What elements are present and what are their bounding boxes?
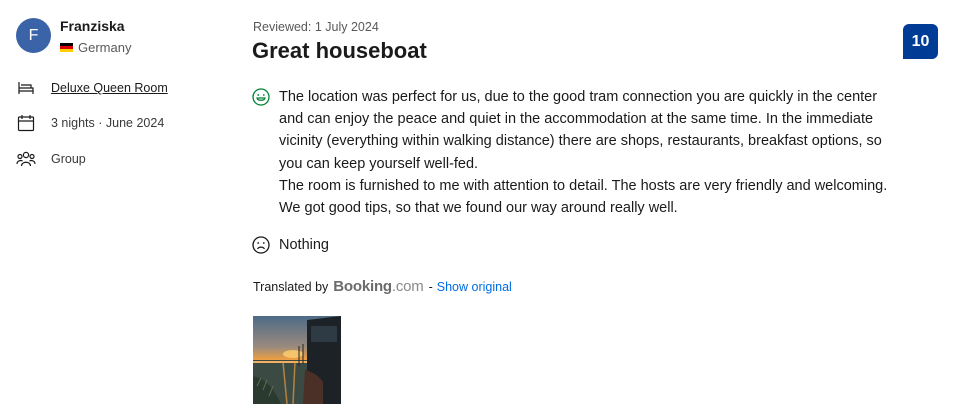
traveller-type-text: Group <box>51 152 86 166</box>
translation-note: Translated by Booking.com - Show origina… <box>253 278 512 295</box>
reviewer-name: Franziska <box>60 18 125 34</box>
traveller-type: Group <box>16 149 86 169</box>
avatar-initial: F <box>28 26 39 44</box>
show-original-link[interactable]: Show original <box>437 280 512 294</box>
booking-logo: Booking.com <box>333 278 424 295</box>
nights-text: 3 nights · June 2024 <box>51 116 165 130</box>
room-type: Deluxe Queen Room <box>16 78 168 98</box>
stay-dates: 3 nights · June 2024 <box>16 113 164 133</box>
reviewer-country: Germany <box>60 40 131 55</box>
bed-icon <box>16 78 36 98</box>
review-title: Great houseboat <box>252 38 427 63</box>
reviewer-info: Franziska Germany <box>60 18 131 55</box>
booking-logo-suffix: .com <box>391 278 424 295</box>
group-icon <box>16 149 36 169</box>
smiley-icon <box>252 88 270 106</box>
country-name: Germany <box>78 40 132 55</box>
translated-by-label: Translated by <box>253 280 329 294</box>
score-badge: 10 <box>903 24 938 59</box>
negative-text: Nothing <box>279 237 329 253</box>
translation-separator: - <box>428 280 433 294</box>
calendar-icon <box>16 113 36 133</box>
negative-comment: Nothing <box>252 236 329 254</box>
positive-text: The location was perfect for us, due to … <box>279 89 888 217</box>
review-card: F Franziska Germany Deluxe Queen Room 3 … <box>0 0 953 413</box>
review-photo[interactable] <box>253 316 341 404</box>
booking-logo-brand: Booking <box>333 278 392 295</box>
reviewer: F Franziska Germany <box>16 18 131 55</box>
avatar: F <box>16 18 51 53</box>
positive-comment: The location was perfect for us, due to … <box>252 86 942 219</box>
review-date: Reviewed: 1 July 2024 <box>253 20 379 34</box>
germany-flag-icon <box>60 42 73 53</box>
room-type-link[interactable]: Deluxe Queen Room <box>51 81 168 95</box>
sad-face-icon <box>252 236 270 254</box>
